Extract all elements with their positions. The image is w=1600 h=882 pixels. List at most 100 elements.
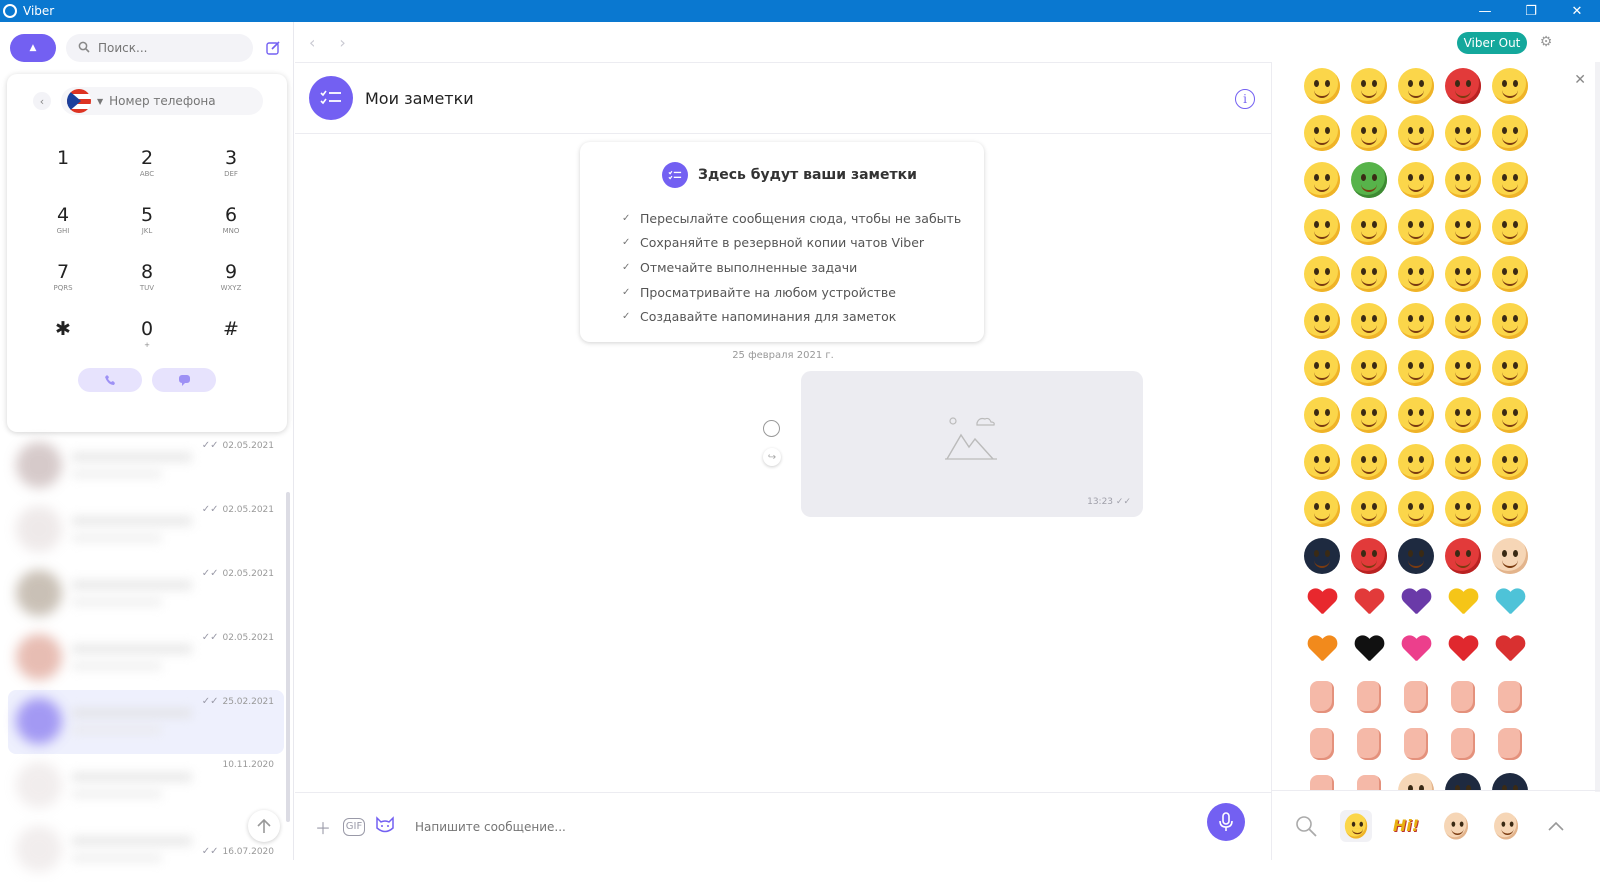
message-input[interactable] (415, 819, 1175, 834)
key-3[interactable]: 3 DEF (189, 147, 273, 204)
emoji-item[interactable] (1490, 395, 1530, 435)
key-1[interactable]: 1 (21, 147, 105, 204)
key-8[interactable]: 8 TUV (105, 261, 189, 318)
voice-message-button[interactable] (1207, 803, 1245, 841)
emoji-item[interactable] (1302, 442, 1342, 482)
emoji-item[interactable] (1490, 254, 1530, 294)
thumbs-down-icon[interactable] (1302, 677, 1342, 717)
emoji-item[interactable] (1396, 207, 1436, 247)
key-2[interactable]: 2 ABC (105, 147, 189, 204)
emoji-item[interactable] (1302, 66, 1342, 106)
heart-arrow-icon[interactable] (1443, 630, 1483, 670)
key-star[interactable]: ✱ (21, 318, 105, 375)
emoji-item[interactable] (1443, 395, 1483, 435)
chevron-up-icon[interactable] (1540, 810, 1572, 842)
heart-ring-icon[interactable] (1490, 630, 1530, 670)
emoji-item[interactable] (1443, 207, 1483, 247)
heart-icon[interactable] (1396, 583, 1436, 623)
emoji-item[interactable] (1302, 160, 1342, 200)
viber-out-button[interactable]: Viber Out (1457, 32, 1527, 54)
key-7[interactable]: 7 PQRS (21, 261, 105, 318)
country-flag-icon[interactable] (67, 89, 91, 113)
key-5[interactable]: 5 JKL (105, 204, 189, 261)
emoji-scrollbar[interactable] (1595, 62, 1600, 792)
emoji-item[interactable] (1443, 301, 1483, 341)
feet-icon[interactable] (1302, 771, 1342, 791)
pointing-up-icon[interactable] (1443, 677, 1483, 717)
image-message-bubble[interactable]: 13:23 ✓✓ (801, 371, 1143, 517)
list-item[interactable]: 10.11.2020 (0, 754, 294, 818)
muscle-icon[interactable] (1349, 771, 1389, 791)
new-chat-icon[interactable] (263, 38, 283, 58)
thumbs-up-icon[interactable] (1349, 677, 1389, 717)
search-box[interactable] (66, 34, 253, 62)
emoji-item[interactable] (1349, 442, 1389, 482)
emoji-item[interactable] (1443, 254, 1483, 294)
emoji-item[interactable] (1396, 348, 1436, 388)
emoji-item[interactable] (1302, 348, 1342, 388)
emoji-item[interactable] (1443, 66, 1483, 106)
emoji-item[interactable] (1349, 113, 1389, 153)
notes-avatar[interactable] (309, 76, 353, 120)
chat-list-scrollbar[interactable] (286, 492, 290, 822)
emoji-item[interactable] (1396, 536, 1436, 576)
emoji-item[interactable] (1302, 207, 1342, 247)
emoji-item[interactable] (1443, 113, 1483, 153)
rock-hand-icon[interactable] (1302, 724, 1342, 764)
search-icon[interactable] (1290, 810, 1322, 842)
emoji-item[interactable] (1396, 254, 1436, 294)
emoji-item[interactable] (1443, 160, 1483, 200)
emoji-item[interactable] (1396, 160, 1436, 200)
emoji-item[interactable] (1349, 66, 1389, 106)
forward-arrow-icon[interactable]: › (339, 33, 345, 52)
select-message-checkbox[interactable] (763, 420, 780, 437)
fist-icon[interactable] (1443, 724, 1483, 764)
key-0[interactable]: 0 + (105, 318, 189, 375)
emoji-item[interactable] (1490, 771, 1530, 791)
emoji-item[interactable] (1349, 348, 1389, 388)
list-item[interactable]: ✓✓ 25.02.2021 (8, 690, 284, 754)
heart-icon[interactable] (1443, 583, 1483, 623)
scroll-to-top-button[interactable] (248, 810, 280, 842)
emoji-item[interactable] (1490, 66, 1530, 106)
emoji-item[interactable] (1396, 66, 1436, 106)
heart-icon[interactable] (1302, 630, 1342, 670)
list-item[interactable]: ✓✓ 02.05.2021 (0, 562, 294, 626)
tab-emoji[interactable] (1340, 809, 1372, 842)
emoji-item[interactable] (1490, 489, 1530, 529)
sticker-icon[interactable] (371, 815, 399, 838)
emoji-item[interactable] (1490, 207, 1530, 247)
list-item[interactable]: ✓✓ 02.05.2021 (0, 626, 294, 690)
pointing-hand-icon[interactable] (1349, 724, 1389, 764)
chevron-left-icon[interactable]: ‹ (33, 92, 51, 110)
key-4[interactable]: 4 GHI (21, 204, 105, 261)
emoji-item[interactable] (1443, 489, 1483, 529)
waving-hand-icon[interactable] (1396, 724, 1436, 764)
key-9[interactable]: 9 WXYZ (189, 261, 273, 318)
clapping-hands-icon[interactable] (1490, 677, 1530, 717)
emoji-item[interactable] (1349, 395, 1389, 435)
emoji-item[interactable] (1490, 348, 1530, 388)
list-item[interactable]: ✓✓ 02.05.2021 (0, 498, 294, 562)
emoji-item[interactable] (1490, 536, 1530, 576)
back-arrow-icon[interactable]: ‹ (309, 33, 315, 52)
heart-icon[interactable] (1302, 583, 1342, 623)
emoji-item[interactable] (1396, 395, 1436, 435)
emoji-item[interactable] (1349, 254, 1389, 294)
emoji-item[interactable] (1302, 113, 1342, 153)
chevron-down-icon[interactable]: ▼ (97, 97, 103, 106)
emoji-item[interactable] (1490, 442, 1530, 482)
emoji-item[interactable] (1349, 301, 1389, 341)
emoji-item[interactable] (1302, 489, 1342, 529)
heart-icon[interactable] (1490, 583, 1530, 623)
minimize-button[interactable]: — (1462, 0, 1508, 22)
emoji-item[interactable] (1490, 160, 1530, 200)
call-button[interactable] (78, 368, 142, 392)
emoji-item[interactable] (1302, 536, 1342, 576)
emoji-item[interactable] (1396, 113, 1436, 153)
emoji-item[interactable] (1490, 301, 1530, 341)
tab-hi-stickers[interactable]: Hi! (1390, 810, 1422, 842)
emoji-item[interactable] (1443, 536, 1483, 576)
message-button[interactable] (152, 368, 216, 392)
info-icon[interactable]: i (1235, 89, 1255, 109)
